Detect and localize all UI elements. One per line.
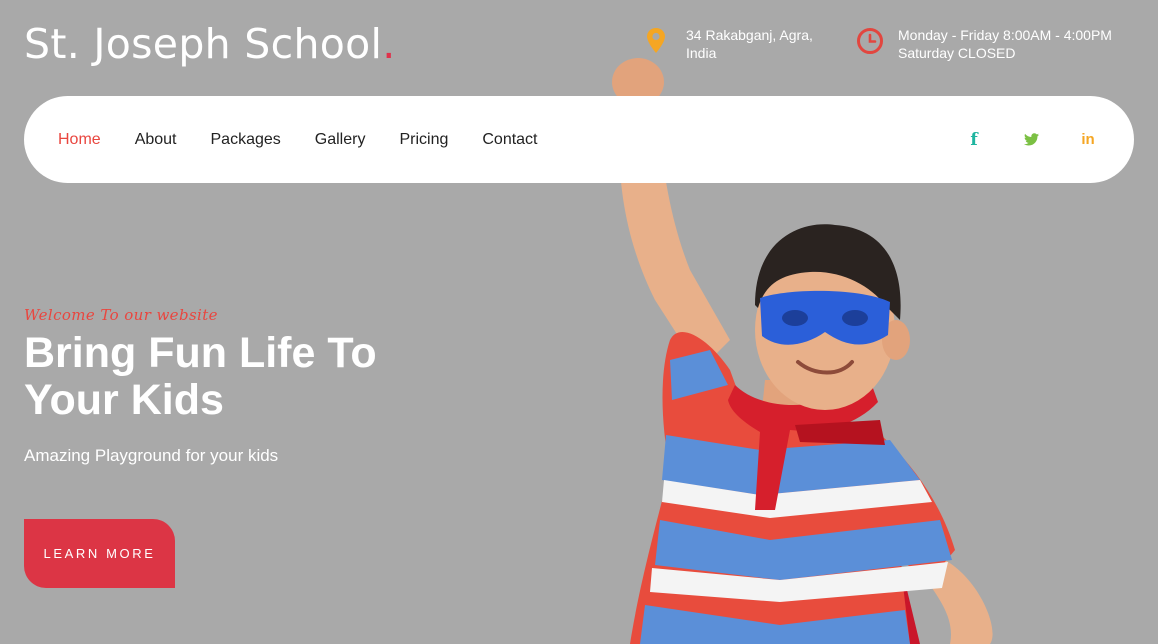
social-links: f in xyxy=(927,96,1098,183)
welcome-text: Welcome To our website xyxy=(24,306,218,324)
nav-item-pricing[interactable]: Pricing xyxy=(399,131,448,149)
nav-item-gallery[interactable]: Gallery xyxy=(315,131,366,149)
main-navbar: Home About Packages Gallery Pricing Cont… xyxy=(24,96,1134,183)
twitter-icon[interactable] xyxy=(1021,133,1041,146)
linkedin-icon[interactable]: in xyxy=(1078,131,1098,148)
brand-logo[interactable]: St. Joseph School. xyxy=(24,20,396,68)
brand-name: St. Joseph School xyxy=(24,20,383,68)
hero-subline: Amazing Playground for your kids xyxy=(24,446,279,465)
facebook-icon[interactable]: f xyxy=(964,130,984,150)
hero-headline: Bring Fun Life To Your Kids xyxy=(24,329,377,424)
nav-item-contact[interactable]: Contact xyxy=(482,131,537,149)
nav-item-packages[interactable]: Packages xyxy=(211,131,281,149)
nav-menu: Home About Packages Gallery Pricing Cont… xyxy=(58,96,572,183)
nav-item-home[interactable]: Home xyxy=(58,131,101,149)
nav-item-about[interactable]: About xyxy=(135,131,177,149)
brand-dot: . xyxy=(382,20,396,68)
learn-more-button[interactable]: LEARN MORE xyxy=(24,519,175,588)
